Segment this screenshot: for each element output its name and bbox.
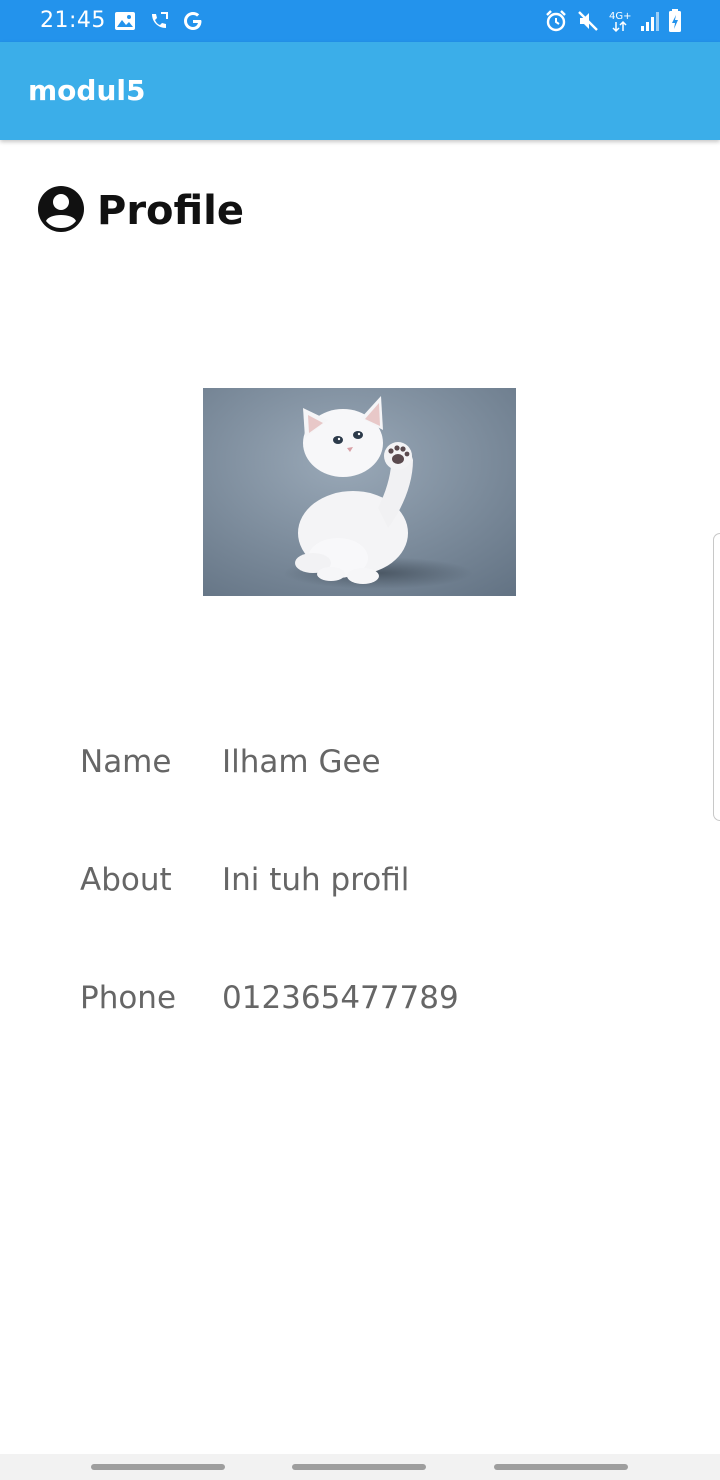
about-value: Ini tuh profil: [222, 862, 410, 898]
info-row-name: Name Ilham Gee: [80, 744, 640, 784]
app-title: modul5: [28, 74, 146, 107]
google-icon: [182, 10, 204, 32]
profile-heading: Profile: [37, 185, 244, 237]
status-time: 21:45: [40, 8, 106, 33]
app-bar: modul5: [0, 42, 720, 140]
network-label: 4G+: [609, 11, 632, 22]
battery-charging-icon: [668, 9, 682, 33]
nav-recents-button[interactable]: [91, 1464, 225, 1470]
call-forward-icon: [148, 10, 170, 32]
alarm-icon: [544, 9, 568, 33]
about-label: About: [80, 862, 172, 898]
mute-icon: [576, 9, 600, 33]
info-row-phone: Phone 012365477789: [80, 980, 640, 1020]
page-title: Profile: [97, 188, 245, 234]
phone-value: 012365477789: [222, 980, 459, 1016]
status-notification-icons: [114, 10, 204, 32]
info-row-about: About Ini tuh profil: [80, 862, 640, 902]
nav-home-button[interactable]: [292, 1464, 426, 1470]
app-screen: 21:45 4G+ modul5 Profile Name Ilham Gee …: [0, 0, 720, 1480]
signal-icon: [640, 10, 660, 32]
image-icon: [114, 11, 136, 31]
phone-label: Phone: [80, 980, 177, 1016]
nav-back-button[interactable]: [494, 1464, 628, 1470]
profile-photo: [203, 388, 516, 596]
network-4g-icon: 4G+: [608, 9, 632, 33]
name-label: Name: [80, 744, 172, 780]
account-circle-icon: [37, 185, 85, 237]
navigation-bar: [0, 1454, 720, 1480]
name-value: Ilham Gee: [222, 744, 381, 780]
status-system-icons: 4G+: [544, 9, 682, 33]
edge-panel-handle[interactable]: [713, 533, 720, 821]
status-bar: 21:45 4G+: [0, 0, 720, 42]
